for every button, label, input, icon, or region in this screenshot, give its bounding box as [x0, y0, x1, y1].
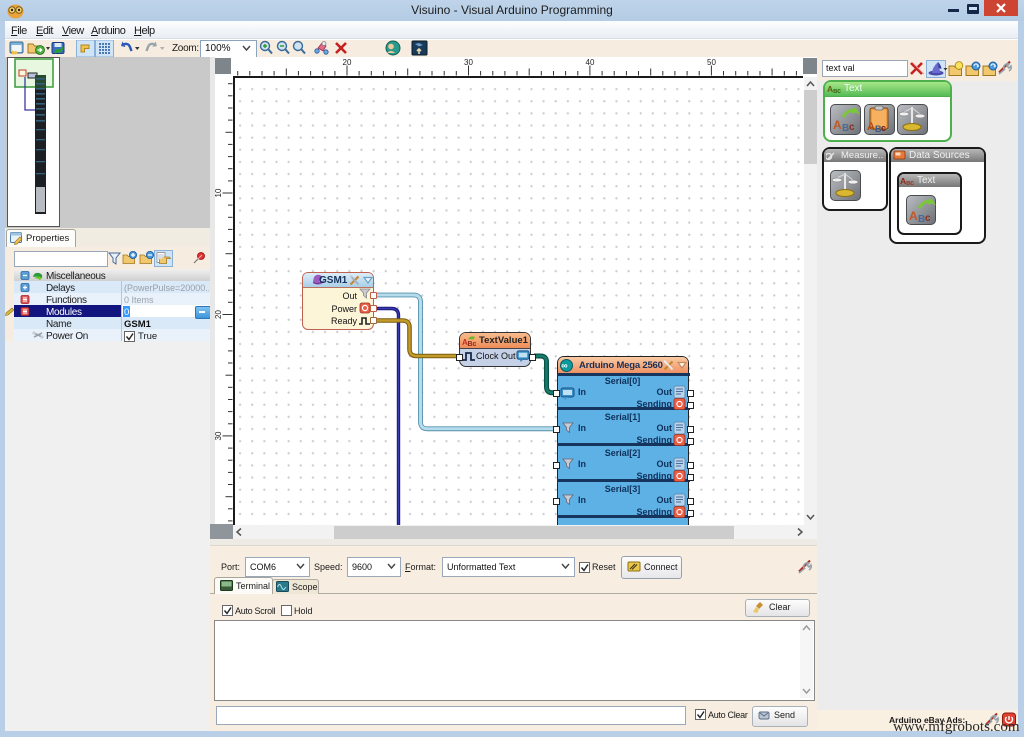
svg-text:A: A — [867, 121, 875, 133]
svg-text:Bc: Bc — [468, 341, 477, 347]
svg-text:вс: вс — [833, 88, 841, 94]
svg-text:∞: ∞ — [561, 361, 568, 371]
svg-text:A: A — [833, 118, 842, 132]
svg-text:вс: вс — [906, 180, 914, 186]
svg-text:c: c — [881, 123, 886, 133]
svg-text:c: c — [849, 122, 855, 133]
